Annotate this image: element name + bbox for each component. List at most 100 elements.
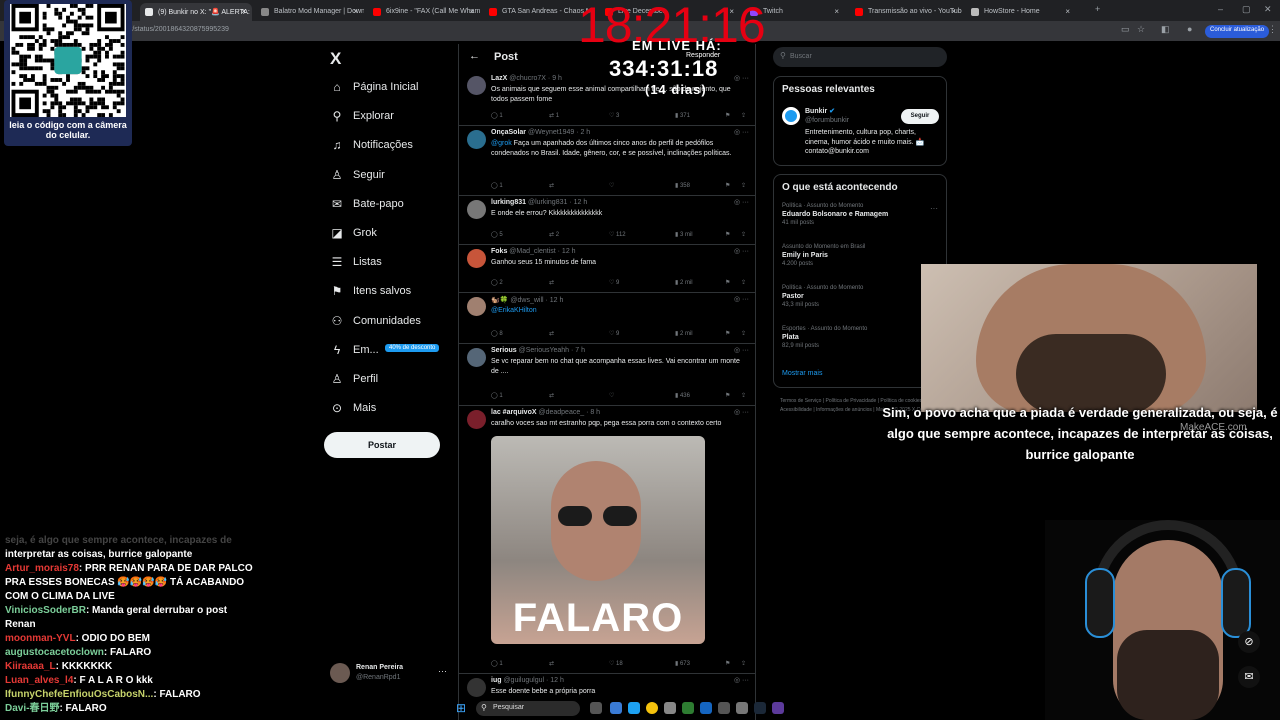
reply-icon[interactable]: ◯ 8 bbox=[491, 330, 503, 337]
steam-icon[interactable] bbox=[754, 702, 766, 714]
tweet[interactable]: lurking831 @lurking831 · 12 h ◎ ··· E onde… bbox=[459, 196, 755, 245]
bookmark-icon[interactable]: ⚑ bbox=[725, 279, 730, 286]
avatar[interactable] bbox=[467, 200, 486, 219]
repost-icon[interactable]: ⇄ bbox=[549, 330, 554, 337]
repost-icon[interactable]: ⇄ 1 bbox=[549, 112, 559, 119]
tweet-author[interactable]: iug bbox=[491, 677, 502, 684]
tweet-more-icon[interactable]: ◎ ··· bbox=[734, 346, 749, 354]
share-icon[interactable]: ⇪ bbox=[741, 112, 746, 119]
like-icon[interactable]: ♡ bbox=[609, 392, 614, 399]
tweet[interactable]: OnçaSolar @Weynet1949 · 2 h ◎ ··· @grok Fa… bbox=[459, 126, 755, 196]
reply-button[interactable]: Responder bbox=[686, 52, 720, 59]
app-icon[interactable] bbox=[718, 702, 730, 714]
like-icon[interactable]: ♡ 3 bbox=[609, 112, 619, 119]
avatar[interactable] bbox=[467, 348, 486, 367]
app-icon[interactable] bbox=[736, 702, 748, 714]
tweet-author[interactable]: 🐿️🍀 bbox=[491, 297, 508, 304]
tweet-author[interactable]: LazX bbox=[491, 75, 507, 82]
windows-start-icon[interactable]: ⊞ bbox=[456, 701, 470, 715]
like-icon[interactable]: ♡ 9 bbox=[609, 279, 619, 286]
like-icon[interactable]: ♡ 18 bbox=[609, 660, 623, 667]
profile-icon[interactable]: ● bbox=[1187, 24, 1192, 34]
post-button[interactable]: Postar bbox=[324, 432, 440, 458]
views-icon[interactable]: ▮ 3 mil bbox=[675, 231, 693, 238]
url-text[interactable]: r/status/2001864320875995239 bbox=[130, 26, 229, 33]
messages-float-icon[interactable]: ✉ bbox=[1238, 666, 1260, 688]
trend-item[interactable]: Esportes · Assunto do Momento Plata 82,9 m… bbox=[782, 326, 942, 349]
cast-icon[interactable]: ▭ bbox=[1121, 24, 1130, 35]
chat-username[interactable]: Kiiraaaa_L bbox=[5, 661, 56, 672]
chat-username[interactable]: Davi-春日野 bbox=[5, 703, 59, 714]
tweet-author[interactable]: Serious bbox=[491, 347, 517, 354]
update-button[interactable]: Concluir atualização bbox=[1205, 25, 1270, 38]
grok-float-icon[interactable]: ⊘ bbox=[1238, 631, 1260, 653]
chat-username[interactable]: ViniciosSoderBR bbox=[5, 605, 86, 616]
nav-item[interactable]: ⚑ Itens salvos bbox=[330, 280, 411, 302]
chat-username[interactable]: Luan_alves_l4 bbox=[5, 675, 73, 686]
avatar[interactable] bbox=[467, 130, 486, 149]
share-icon[interactable]: ⇪ bbox=[741, 231, 746, 238]
reply-icon[interactable]: ◯ 1 bbox=[491, 182, 503, 189]
share-icon[interactable]: ⇪ bbox=[741, 392, 746, 399]
browser-tab[interactable]: Transmissão ao vivo - YouTube × bbox=[850, 3, 962, 21]
new-tab-icon[interactable]: + bbox=[1095, 4, 1100, 14]
tweet-author[interactable]: OnçaSolar bbox=[491, 129, 526, 136]
tweet-more-icon[interactable]: ◎ ··· bbox=[734, 128, 749, 136]
tweet-more-icon[interactable]: ◎ ··· bbox=[734, 295, 749, 303]
avatar[interactable] bbox=[467, 297, 486, 316]
tab-close-icon[interactable]: × bbox=[1065, 7, 1070, 16]
tweet[interactable]: lac #arquivoX @deadpeace_ · 8 h ◎ ··· cara… bbox=[459, 406, 755, 674]
tweet[interactable]: Serious @SeriousYeahh · 7 h ◎ ··· Se vc re… bbox=[459, 344, 755, 406]
repost-icon[interactable]: ⇄ bbox=[549, 279, 554, 286]
repost-icon[interactable]: ⇄ bbox=[549, 182, 554, 189]
relevant-name[interactable]: Bunkir ✔ bbox=[805, 107, 835, 115]
app-icon[interactable] bbox=[664, 702, 676, 714]
nav-item[interactable]: ☰ Listas bbox=[330, 251, 382, 273]
views-icon[interactable]: ▮ 371 bbox=[675, 112, 690, 119]
chat-username[interactable]: augustocacetoclown bbox=[5, 647, 104, 658]
tab-close-icon[interactable]: × bbox=[469, 7, 474, 16]
nav-item[interactable]: ♫ Notificações bbox=[330, 134, 413, 156]
browser-tab[interactable]: Balatro Mod Manager | Downlo × bbox=[256, 3, 364, 21]
extensions-icon[interactable]: ◧ bbox=[1161, 24, 1170, 35]
close-window-icon[interactable]: ✕ bbox=[1264, 4, 1272, 15]
nav-item[interactable]: ⚇ Comunidades bbox=[330, 310, 421, 332]
nav-item[interactable]: ϟ Em... bbox=[330, 339, 379, 361]
like-icon[interactable]: ♡ 112 bbox=[609, 231, 626, 238]
repost-icon[interactable]: ⇄ bbox=[549, 392, 554, 399]
tab-close-icon[interactable]: × bbox=[353, 7, 358, 16]
more-dots-icon[interactable]: ··· bbox=[438, 666, 447, 676]
browser-tab[interactable]: 6ix9ine - "FAX (Call Me Wham)" × bbox=[368, 3, 480, 21]
repost-icon[interactable]: ⇄ 2 bbox=[549, 231, 559, 238]
menu-icon[interactable]: ⋮ bbox=[1268, 24, 1277, 35]
tweet-more-icon[interactable]: ◎ ··· bbox=[734, 676, 749, 684]
nav-item[interactable]: ◪ Grok bbox=[330, 222, 377, 244]
tweet-more-icon[interactable]: ◎ ··· bbox=[734, 198, 749, 206]
like-icon[interactable]: ♡ bbox=[609, 182, 614, 189]
trend-item[interactable]: Assunto do Momento em Brasil Emily in Par… bbox=[782, 244, 942, 267]
tweet-author[interactable]: lac #arquivoX bbox=[491, 409, 537, 416]
share-icon[interactable]: ⇪ bbox=[741, 182, 746, 189]
chat-username[interactable]: moonman-YVL bbox=[5, 633, 76, 644]
mention-link[interactable]: @ErikaKHilton bbox=[491, 307, 537, 314]
trend-item[interactable]: Política · Assunto do Momento Eduardo Bol… bbox=[782, 203, 942, 226]
tab-close-icon[interactable]: × bbox=[834, 7, 839, 16]
nav-item[interactable]: ⚲ Explorar bbox=[330, 105, 394, 127]
share-icon[interactable]: ⇪ bbox=[741, 330, 746, 337]
bookmark-icon[interactable]: ⚑ bbox=[725, 112, 730, 119]
browser-tab[interactable]: (9) Bunkir no X: "🚨 ALERTA: E × bbox=[140, 3, 252, 21]
tweet-author[interactable]: Foks bbox=[491, 248, 507, 255]
reply-icon[interactable]: ◯ 2 bbox=[491, 279, 503, 286]
reply-icon[interactable]: ◯ 1 bbox=[491, 660, 503, 667]
share-icon[interactable]: ⇪ bbox=[741, 279, 746, 286]
taskbar-search[interactable]: ⚲ Pesquisar bbox=[476, 701, 580, 716]
avatar[interactable] bbox=[467, 678, 486, 697]
maximize-icon[interactable]: ▢ bbox=[1242, 4, 1251, 15]
chrome-icon[interactable] bbox=[646, 702, 658, 714]
nav-item[interactable]: ✉ Bate-papo bbox=[330, 193, 404, 215]
taskview-icon[interactable] bbox=[590, 702, 602, 714]
tab-close-icon[interactable]: × bbox=[241, 7, 246, 16]
avatar[interactable] bbox=[467, 76, 486, 95]
x-logo[interactable]: X bbox=[330, 49, 341, 69]
tweet[interactable]: Foks @Mad_clentist · 12 h ◎ ··· Ganhou seu… bbox=[459, 245, 755, 293]
